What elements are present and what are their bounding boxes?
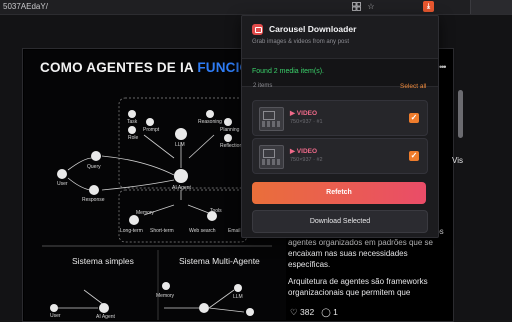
extensions-icon[interactable] xyxy=(351,2,361,12)
media-item[interactable]: ▶ VIDEO 750×937 · #1 ✓ xyxy=(252,100,428,136)
node-response: Response xyxy=(82,197,105,203)
bottom-node-memory: Memory xyxy=(156,293,175,299)
post-text-clipped: Vis xyxy=(452,156,463,165)
node-planning: Planning xyxy=(220,127,240,133)
post-more-options-icon[interactable]: ••• xyxy=(439,62,447,72)
carousel-downloader-extension-icon[interactable]: ⤓ xyxy=(423,1,434,12)
media-checkbox[interactable]: ✓ xyxy=(409,113,419,123)
window-controls-area xyxy=(470,0,512,14)
node-short-term: Short-term xyxy=(150,228,174,234)
bottom-node-user: User xyxy=(50,313,61,319)
node-reasoning: Reasoning xyxy=(198,119,222,125)
node-prompt: Prompt xyxy=(143,127,160,133)
node-role: Role xyxy=(128,135,139,141)
items-count: 2 items xyxy=(253,83,273,89)
media-item[interactable]: ▶ VIDEO 750×937 · #2 ✓ xyxy=(252,138,428,174)
app-logo-icon xyxy=(252,24,263,35)
address-bar[interactable]: 5037AEdaY/ xyxy=(0,0,48,14)
bookmark-star-icon[interactable]: ☆ xyxy=(366,2,376,12)
media-thumbnail xyxy=(259,107,284,131)
section-simple: Sistema simples xyxy=(72,256,134,266)
found-status-text: Found 2 media item(s). xyxy=(252,68,324,75)
refetch-button[interactable]: Refetch xyxy=(252,182,426,204)
post-actions: ♡ 382 ◯ 1 xyxy=(290,307,338,320)
node-ai-agent: AI Agent xyxy=(172,185,191,191)
node-reflection: Reflection xyxy=(220,143,243,149)
node-web-search: Web search xyxy=(189,228,216,234)
section-multi-agent: Sistema Multi-Agente xyxy=(179,256,260,266)
popup-subtitle: Grab images & videos from any post xyxy=(252,39,350,45)
browser-toolbar: 5037AEdaY/ ☆ ⤓ xyxy=(0,0,512,15)
node-long-term: Long-term xyxy=(120,228,143,234)
popup-title: Carousel Downloader xyxy=(269,24,357,34)
node-llm: LLM xyxy=(175,142,185,148)
like-count: 382 xyxy=(300,307,315,317)
node-memory: Memory xyxy=(136,210,155,216)
download-selected-button[interactable]: Download Selected xyxy=(252,210,428,233)
bottom-node-ai-agent: AI Agent xyxy=(96,314,115,320)
media-checkbox[interactable]: ✓ xyxy=(409,151,419,161)
comment-count: 1 xyxy=(333,307,338,317)
select-all-link[interactable]: Select all xyxy=(400,83,426,90)
media-meta: 750×937 · #2 xyxy=(290,157,323,163)
post-caption-paragraph-2: Arquitetura de agentes são frameworks or… xyxy=(288,277,428,297)
carousel-downloader-popup: Carousel Downloader Grab images & videos… xyxy=(241,15,439,238)
media-meta: 750×937 · #1 xyxy=(290,119,323,125)
media-type-label: ▶ VIDEO xyxy=(290,110,318,117)
bottom-node-llm: LLM xyxy=(233,294,243,300)
node-tools: Tools xyxy=(210,208,222,214)
media-type-label: ▶ VIDEO xyxy=(290,148,318,155)
node-task: Task xyxy=(127,119,138,125)
node-query: Query xyxy=(87,164,101,170)
node-email: Email xyxy=(228,228,241,234)
media-thumbnail xyxy=(259,145,284,169)
node-user: User xyxy=(57,181,68,187)
like-icon[interactable]: ♡ xyxy=(290,307,298,317)
post-scrollbar[interactable] xyxy=(458,90,463,138)
comment-icon[interactable]: ◯ xyxy=(321,307,331,317)
